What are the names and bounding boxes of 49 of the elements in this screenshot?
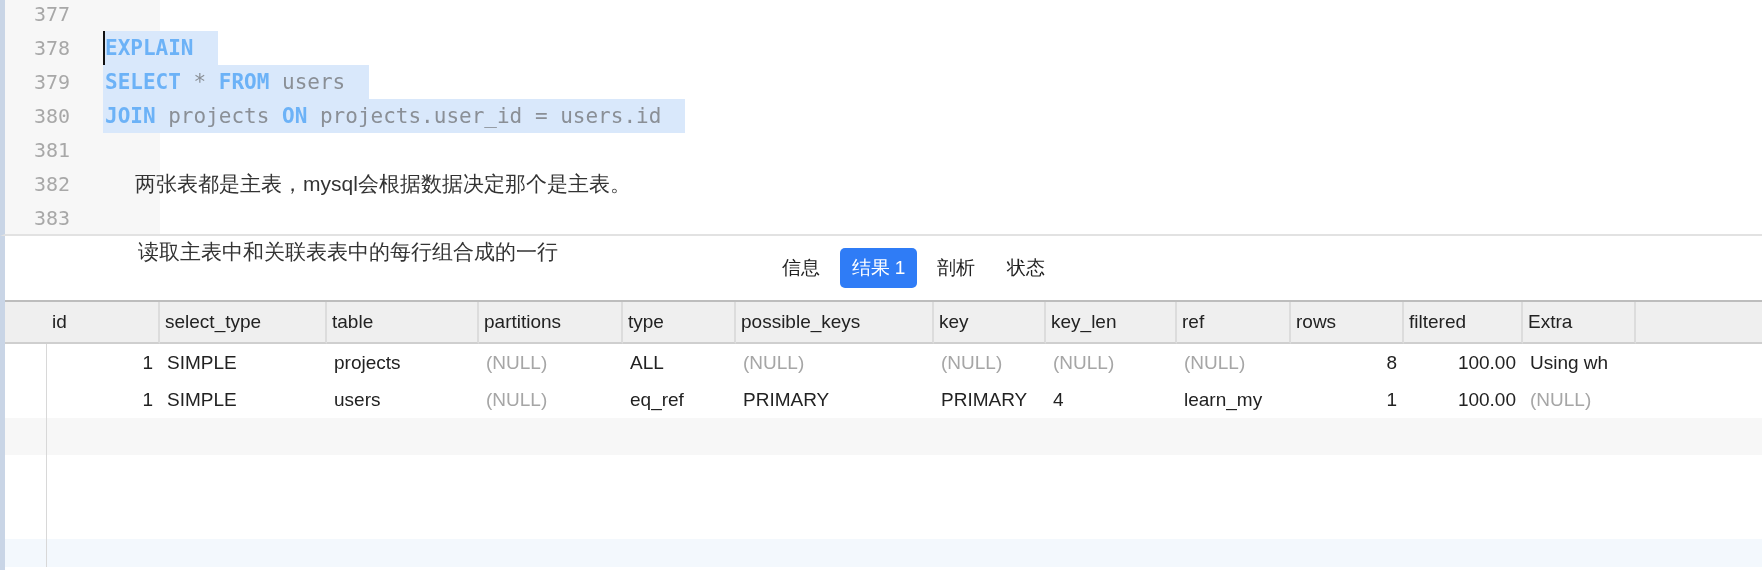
column-header[interactable]: select_type [160, 302, 327, 344]
table-cell-text: ALL [629, 350, 665, 375]
table-cell-text: 100.00 [1456, 350, 1517, 375]
line-number: 382 [32, 172, 70, 196]
line-number: 378 [32, 36, 70, 60]
table-cell-text: 1 [141, 387, 154, 412]
line-number: 379 [32, 70, 70, 94]
column-header[interactable]: key_len [1046, 302, 1177, 344]
table-cell-text: users [333, 387, 382, 412]
column-header[interactable]: table [327, 302, 479, 344]
table-cell-text: (NULL) [1183, 350, 1247, 375]
tab[interactable]: 剖析 [925, 248, 988, 288]
column-header[interactable]: Extra [1523, 302, 1636, 344]
table-cell-text: PRIMARY [940, 387, 1029, 412]
table-cell-text: (NULL) [1052, 350, 1116, 375]
table-cell-text: (NULL) [485, 387, 549, 412]
column-header[interactable]: ref [1177, 302, 1291, 344]
comment-text: 两张表都是主表，mysql会根据数据决定那个是主表。 [134, 171, 631, 197]
column-header[interactable]: rows [1291, 302, 1404, 344]
table-cell-text: 8 [1385, 350, 1398, 375]
line-number: 383 [32, 206, 70, 230]
table-cell-text: (NULL) [485, 350, 549, 375]
table-cell-text: 100.00 [1456, 387, 1517, 412]
table-cell-text: (NULL) [940, 350, 1004, 375]
table-cell-text: SIMPLE [166, 387, 238, 412]
table-cell-text: Using wh [1529, 350, 1610, 375]
column-header[interactable]: id [47, 302, 160, 344]
column-header[interactable]: filtered [1404, 302, 1523, 344]
table-cell-text: eq_ref [629, 387, 685, 413]
line-number: 380 [32, 104, 70, 128]
table-cell-text: 4 [1052, 387, 1065, 412]
table-cell-text: projects [333, 350, 402, 375]
table-cell-text: 1 [1385, 387, 1398, 412]
table-cell-text: learn_my [1183, 387, 1264, 413]
line-number: 381 [32, 138, 70, 162]
column-header[interactable]: type [623, 302, 736, 344]
tab[interactable]: 信息 [769, 248, 832, 288]
column-header[interactable]: partitions [479, 302, 623, 344]
column-header[interactable]: key [934, 302, 1046, 344]
column-header[interactable]: possible_keys [736, 302, 934, 344]
header-corner [5, 302, 47, 344]
table-cell-text: (NULL) [1529, 387, 1593, 412]
tab[interactable]: 结果 1 [839, 248, 918, 288]
table-cell-text: PRIMARY [742, 387, 831, 412]
table-cell-text: (NULL) [742, 350, 806, 375]
table-cell-text: 1 [141, 350, 154, 375]
line-number: 377 [32, 2, 70, 26]
table-cell-text: SIMPLE [166, 350, 238, 375]
tab[interactable]: 状态 [995, 248, 1058, 288]
